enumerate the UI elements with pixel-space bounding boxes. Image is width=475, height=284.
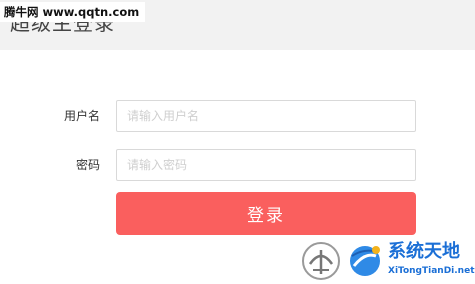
- brand-url: XiTongTianDi.net: [388, 266, 475, 276]
- username-input[interactable]: [116, 100, 416, 132]
- brand-globe-logo-icon: [350, 246, 380, 276]
- brand-badge: 系统天地 XiTongTianDi.net: [292, 238, 475, 284]
- brand-name: 系统天地: [388, 241, 460, 262]
- username-label: 用户名: [63, 109, 100, 123]
- brand-circle-logo-icon: [302, 242, 340, 280]
- password-input[interactable]: [116, 149, 416, 181]
- password-label: 密码: [75, 158, 100, 172]
- login-button[interactable]: 登录: [116, 192, 416, 235]
- site-watermark: 腾牛网 www.qqtn.com: [0, 2, 146, 22]
